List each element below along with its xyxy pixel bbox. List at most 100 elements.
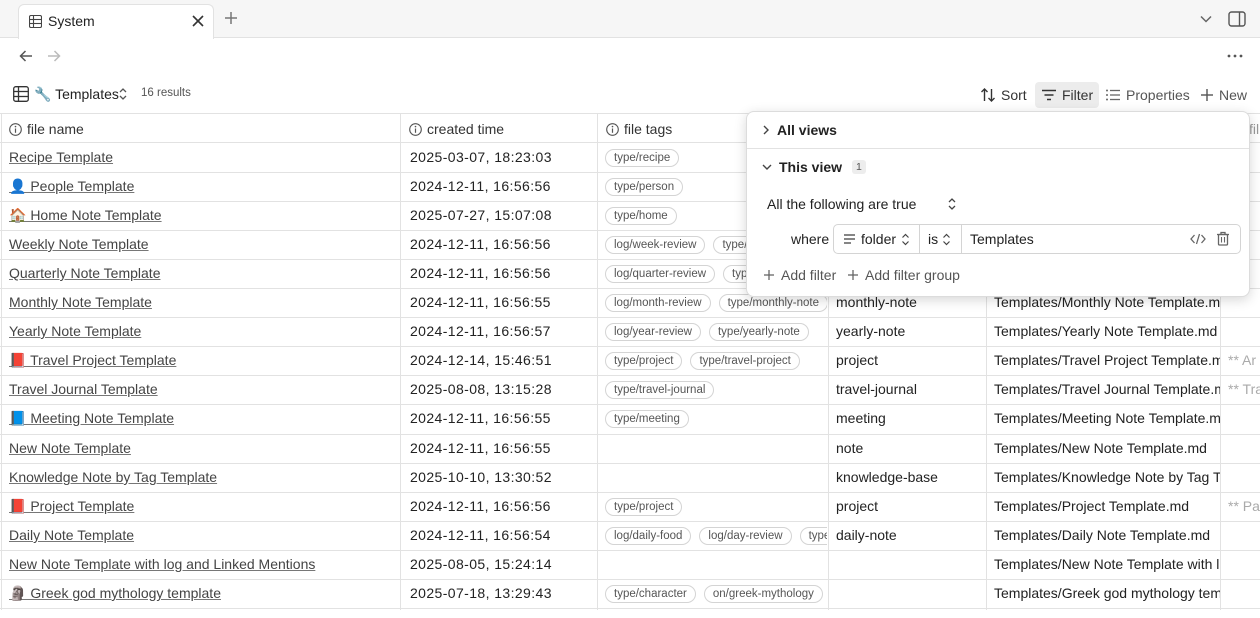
sidebar-toggle-icon[interactable] bbox=[1228, 10, 1246, 28]
file-path-cell: Templates/Project Template.md bbox=[994, 498, 1190, 514]
close-icon[interactable] bbox=[191, 14, 205, 28]
conjunction-select[interactable]: All the following are true bbox=[767, 196, 916, 212]
tag-pill[interactable]: log/month-review bbox=[605, 294, 711, 312]
tag-pill[interactable]: on/greek-mythology bbox=[703, 585, 823, 603]
file-tags-cell: type/travel-journal bbox=[605, 381, 827, 399]
property-select[interactable]: folder bbox=[834, 225, 920, 253]
file-name-link[interactable]: 📕 Travel Project Template bbox=[9, 352, 397, 369]
column-header-file-name[interactable]: file name bbox=[9, 121, 84, 137]
properties-button[interactable]: Properties bbox=[1099, 82, 1196, 108]
column-header-partial[interactable]: fil bbox=[1249, 121, 1259, 137]
tag-pill[interactable]: type/home bbox=[605, 207, 677, 225]
chevrons-up-down-icon bbox=[943, 233, 951, 245]
created-time-cell: 2025-10-10, 13:30:52 bbox=[410, 469, 552, 485]
tag-pill[interactable]: type/ bbox=[799, 527, 827, 545]
file-name-link[interactable]: 📕 Project Template bbox=[9, 498, 397, 515]
chevron-right-icon bbox=[763, 125, 769, 135]
file-name-link[interactable]: New Note Template with log and Linked Me… bbox=[9, 556, 397, 572]
column-header-created-time[interactable]: created time bbox=[409, 121, 504, 137]
created-time-cell: 2025-07-27, 15:07:08 bbox=[410, 207, 552, 223]
row-divider bbox=[0, 579, 1260, 580]
tag-pill[interactable]: log/quarter-review bbox=[605, 265, 716, 283]
code-icon[interactable] bbox=[1190, 232, 1206, 246]
this-view-label: This view bbox=[779, 159, 843, 175]
file-name-link[interactable]: 🏠 Home Note Template bbox=[9, 207, 397, 224]
tag-pill[interactable]: type/recipe bbox=[605, 149, 680, 167]
file-name-link[interactable]: Recipe Template bbox=[9, 149, 397, 165]
add-filter-group-button[interactable]: Add filter group bbox=[847, 267, 960, 283]
file-name-link[interactable]: Knowledge Note by Tag Template bbox=[9, 469, 397, 485]
file-path-cell: Templates/Greek god mythology tem bbox=[994, 585, 1220, 601]
add-filter-group-label: Add filter group bbox=[865, 267, 960, 283]
file-path-cell: Templates/Meeting Note Template.m bbox=[994, 410, 1220, 426]
tab-system[interactable]: System bbox=[18, 4, 214, 39]
chevrons-up-down-icon[interactable] bbox=[947, 197, 957, 211]
tag-pill[interactable]: type/travel-journal bbox=[605, 381, 715, 399]
column-header-label: fil bbox=[1249, 121, 1260, 137]
tag-pill[interactable]: type/project bbox=[605, 498, 683, 516]
tag-pill[interactable]: type/yearly-note bbox=[708, 323, 809, 341]
category-cell: knowledge-base bbox=[836, 469, 938, 485]
category-cell: daily-note bbox=[836, 527, 897, 543]
filter-count-badge: 1 bbox=[852, 160, 866, 174]
more-horizontal-icon[interactable] bbox=[1226, 48, 1244, 64]
tag-pill[interactable]: type/person bbox=[605, 178, 684, 196]
file-name-link[interactable]: Monthly Note Template bbox=[9, 294, 397, 310]
file-name-link[interactable]: 📘 Meeting Note Template bbox=[9, 410, 397, 427]
filter-button[interactable]: Filter bbox=[1035, 82, 1100, 108]
file-path-cell: Templates/Knowledge Note by Tag T bbox=[994, 469, 1220, 485]
file-name-link[interactable]: Weekly Note Template bbox=[9, 236, 397, 252]
sort-label: Sort bbox=[1001, 87, 1027, 103]
file-path-cell: Templates/Travel Journal Template.m bbox=[994, 381, 1220, 397]
filter-value-input[interactable]: Templates bbox=[970, 231, 1034, 247]
file-name-link[interactable]: 👤 People Template bbox=[9, 178, 397, 195]
row-divider bbox=[0, 434, 1260, 435]
tag-pill[interactable]: type/project bbox=[605, 352, 683, 370]
tag-pill[interactable]: log/daily-food bbox=[605, 527, 692, 545]
tag-pill[interactable]: log/week-review bbox=[605, 236, 706, 254]
file-name-link[interactable]: Daily Note Template bbox=[9, 527, 397, 543]
file-tags-cell: type/meeting bbox=[605, 410, 827, 428]
chevrons-up-down-icon[interactable] bbox=[118, 87, 128, 101]
created-time-cell: 2024-12-11, 16:56:56 bbox=[410, 236, 551, 252]
created-time-cell: 2024-12-11, 16:56:57 bbox=[410, 323, 551, 339]
file-name-link[interactable]: Quarterly Note Template bbox=[9, 265, 397, 281]
file-tags-cell: log/year-review type/yearly-note bbox=[605, 323, 827, 341]
created-time-cell: 2024-12-11, 16:56:54 bbox=[410, 527, 551, 543]
file-name-link[interactable]: New Note Template bbox=[9, 440, 397, 456]
plus-icon[interactable] bbox=[223, 10, 239, 26]
tag-pill[interactable]: type/travel-project bbox=[690, 352, 800, 370]
filter-rule: folder is Templates bbox=[833, 224, 1241, 254]
tag-pill[interactable]: log/day-review bbox=[699, 527, 792, 545]
created-time-cell: 2024-12-14, 15:46:51 bbox=[410, 352, 552, 368]
chevron-down-icon[interactable] bbox=[1199, 12, 1213, 26]
row-divider bbox=[0, 550, 1260, 551]
chevron-down-icon bbox=[762, 164, 772, 170]
this-view-section[interactable]: This view 1 bbox=[761, 159, 866, 175]
category-cell: yearly-note bbox=[836, 323, 906, 339]
file-tags-cell: log/daily-food log/day-review type/ bbox=[605, 527, 827, 545]
column-header-label: file name bbox=[27, 121, 84, 137]
table-icon[interactable] bbox=[13, 86, 29, 102]
tag-pill[interactable]: type/meeting bbox=[605, 410, 689, 428]
arrow-left-icon[interactable] bbox=[18, 48, 34, 64]
extra-cell: ** Ar bbox=[1228, 352, 1257, 368]
properties-label: Properties bbox=[1126, 87, 1190, 103]
row-divider bbox=[0, 346, 1260, 347]
file-name-link[interactable]: 🗿 Greek god mythology template bbox=[9, 585, 397, 602]
created-time-cell: 2024-12-11, 16:56:55 bbox=[410, 294, 551, 310]
file-name-link[interactable]: Travel Journal Template bbox=[9, 381, 397, 397]
file-name-link[interactable]: Yearly Note Template bbox=[9, 323, 397, 339]
view-name[interactable]: 🔧 Templates bbox=[34, 86, 119, 103]
sort-button[interactable]: Sort bbox=[974, 82, 1033, 108]
trash-icon[interactable] bbox=[1216, 231, 1230, 246]
column-divider bbox=[400, 113, 401, 610]
column-header-file-tags[interactable]: file tags bbox=[606, 121, 672, 137]
new-button[interactable]: New bbox=[1194, 82, 1253, 108]
arrow-right-icon[interactable] bbox=[46, 48, 62, 64]
tag-pill[interactable]: type/character bbox=[605, 585, 696, 603]
tag-pill[interactable]: log/year-review bbox=[605, 323, 701, 341]
add-filter-button[interactable]: Add filter bbox=[763, 267, 836, 283]
all-views-section[interactable]: All views bbox=[761, 122, 837, 138]
operator-select[interactable]: is bbox=[920, 225, 962, 253]
